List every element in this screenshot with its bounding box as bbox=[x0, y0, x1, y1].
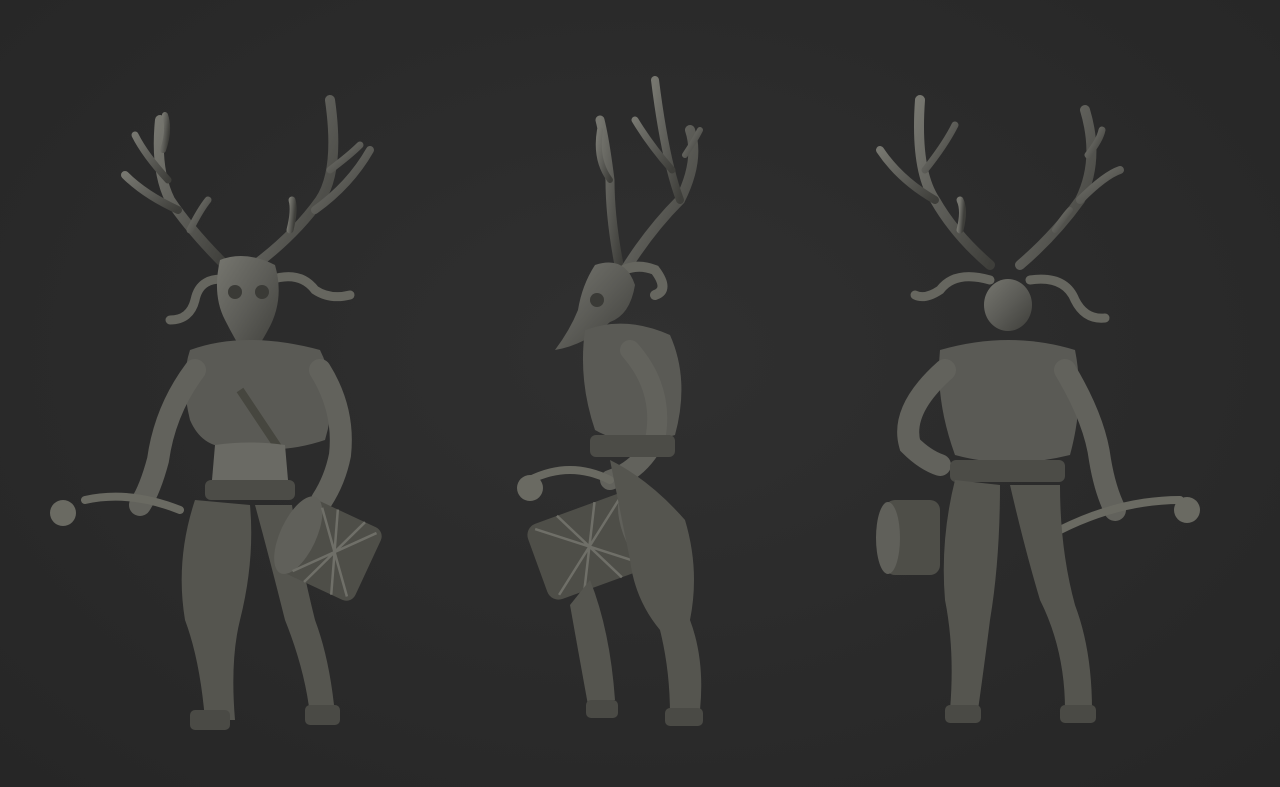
satyr-side-figure bbox=[517, 76, 703, 726]
left-arm bbox=[897, 359, 956, 476]
satyr-sculpt-back-view bbox=[860, 60, 1220, 760]
antlers bbox=[121, 95, 374, 270]
drum bbox=[876, 500, 940, 575]
satyr-sculpt-front-view bbox=[30, 60, 390, 760]
satyr-sculpt-side-view bbox=[460, 60, 820, 760]
staff bbox=[526, 466, 614, 484]
viewport-canvas bbox=[0, 0, 1280, 787]
antlers bbox=[876, 95, 1124, 270]
furry-legs bbox=[181, 500, 252, 720]
left-arm bbox=[129, 359, 206, 516]
satyr-back-figure bbox=[876, 95, 1200, 723]
fur-vest bbox=[185, 340, 332, 449]
satyr-front-figure bbox=[50, 95, 382, 730]
head-back bbox=[984, 279, 1032, 331]
fur-vest bbox=[939, 340, 1079, 463]
furry-legs bbox=[943, 480, 1000, 710]
furry-legs bbox=[610, 460, 702, 715]
antlers bbox=[595, 76, 703, 275]
